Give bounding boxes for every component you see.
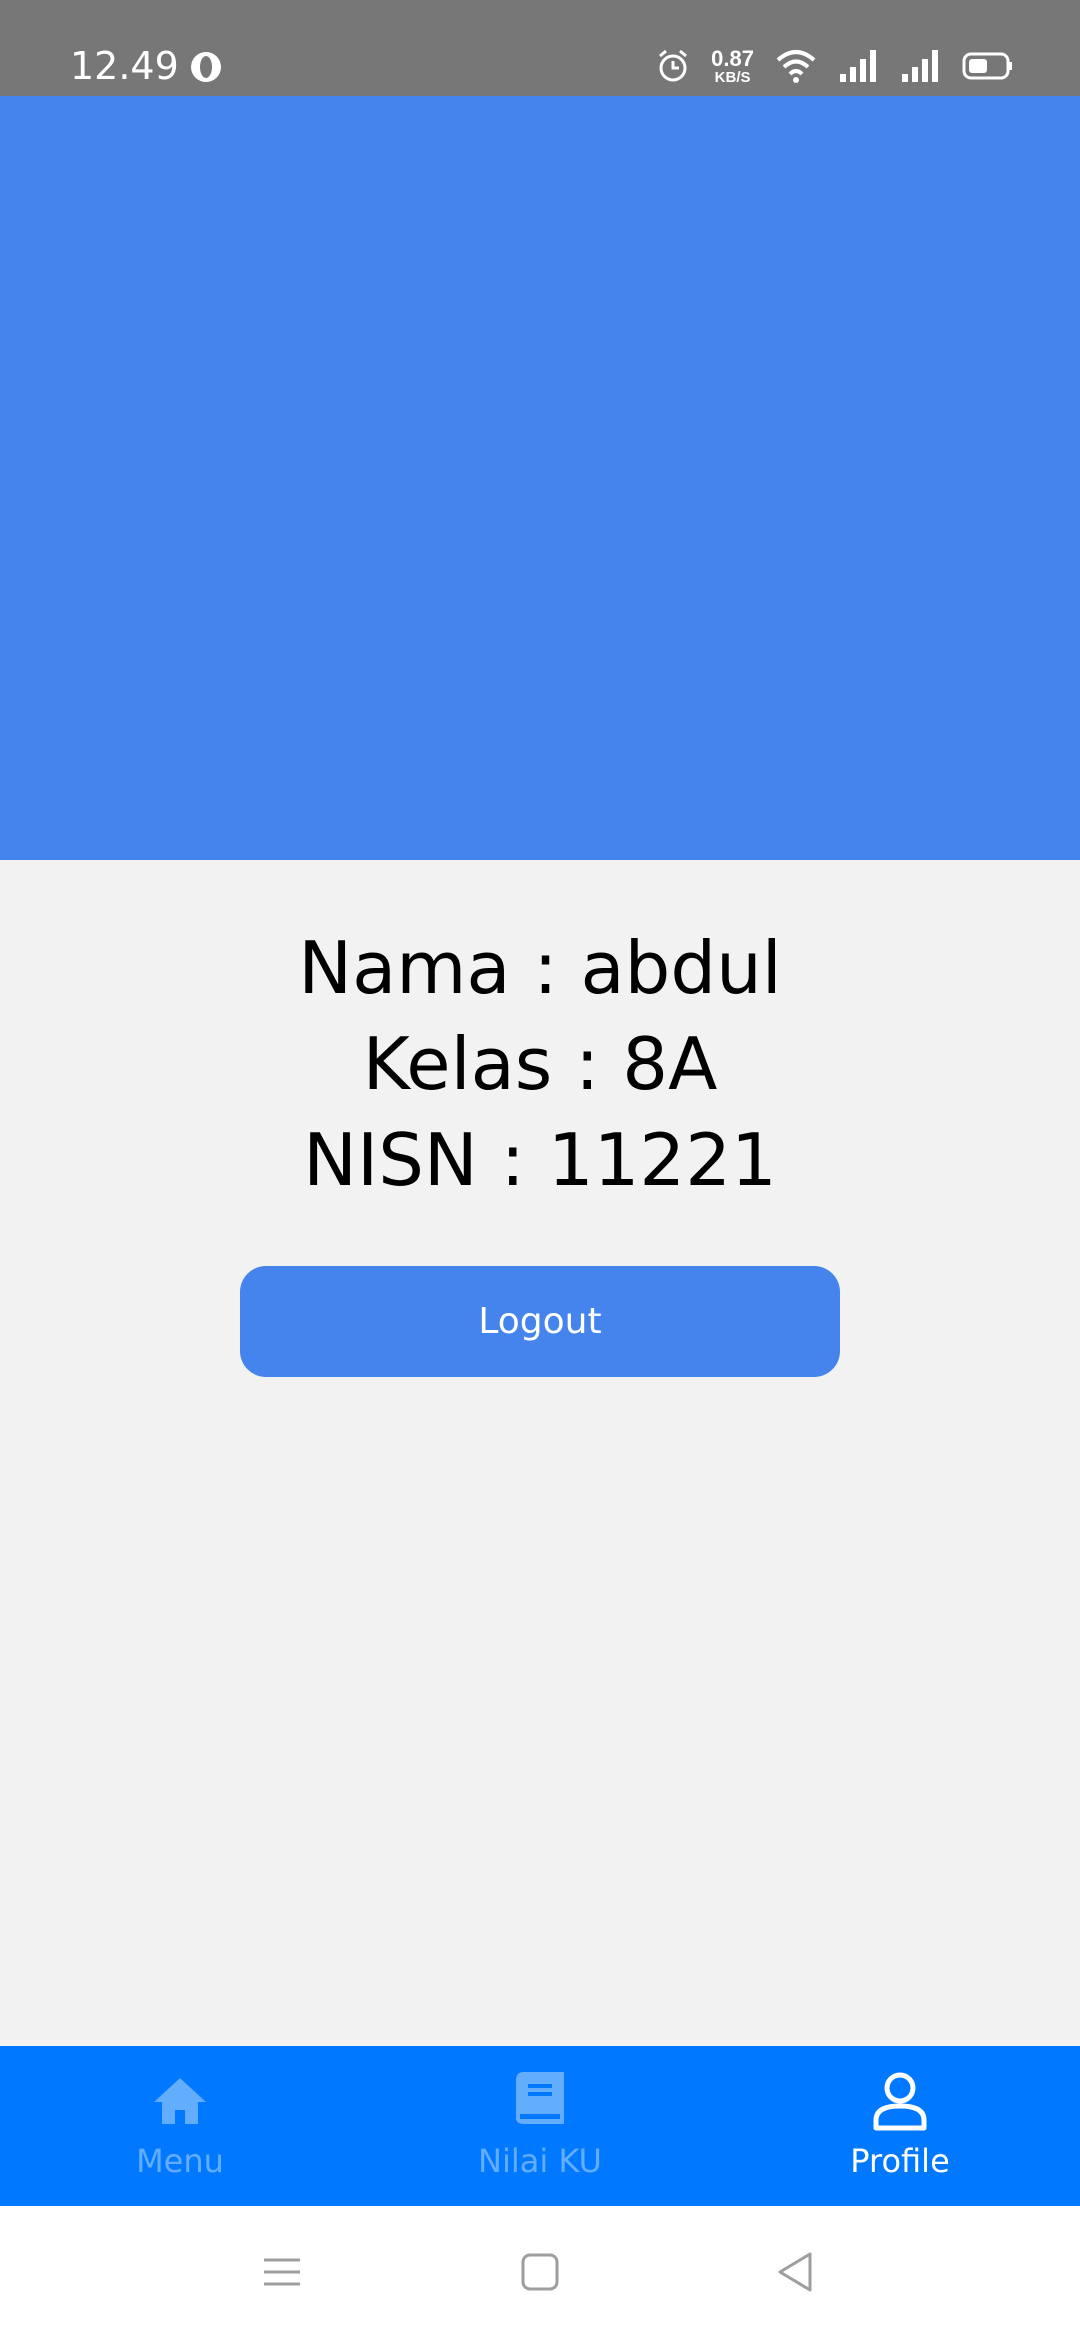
student-name: Nama : abdul <box>298 926 782 1010</box>
nav-item-profile[interactable]: Profile <box>720 2046 1080 2206</box>
net-speed-value: 0.87 <box>711 45 754 71</box>
wifi-icon <box>776 50 816 83</box>
net-speed: 0.87 KB/S <box>711 45 754 86</box>
net-speed-unit: KB/S <box>714 68 751 86</box>
system-nav-bar <box>0 2206 1080 2340</box>
back-icon[interactable] <box>772 2248 820 2296</box>
nav-item-nilai-ku[interactable]: Nilai KU <box>360 2046 720 2206</box>
signal-icon <box>840 50 876 82</box>
signal-icon <box>902 50 938 82</box>
student-nisn: NISN : 11221 <box>303 1118 777 1202</box>
nav-label-profile: Profile <box>850 2142 950 2180</box>
opera-icon <box>191 52 221 82</box>
nav-label-nilai-ku: Nilai KU <box>478 2142 602 2180</box>
profile-info: Nama : abdul Kelas : 8A NISN : 11221 <box>0 920 1080 1208</box>
nav-item-menu[interactable]: Menu <box>0 2046 360 2206</box>
home-icon <box>154 2078 206 2124</box>
person-icon <box>873 2072 927 2131</box>
home-square-icon[interactable] <box>516 2248 564 2296</box>
alarm-icon <box>659 49 688 82</box>
logout-button[interactable]: Logout <box>240 1266 840 1377</box>
nav-label-menu: Menu <box>136 2142 224 2180</box>
battery-icon <box>962 52 1012 80</box>
recents-icon[interactable] <box>258 2248 306 2296</box>
book-icon <box>516 2072 564 2124</box>
bottom-nav: Menu Nilai KU Profile <box>0 2046 1080 2206</box>
status-bar: 12.49 0.87 KB/S <box>0 0 1080 96</box>
profile-banner <box>0 96 1080 860</box>
student-class: Kelas : 8A <box>362 1022 718 1106</box>
status-icons: 0.87 KB/S <box>655 44 1014 88</box>
status-time: 12.49 <box>70 44 179 88</box>
